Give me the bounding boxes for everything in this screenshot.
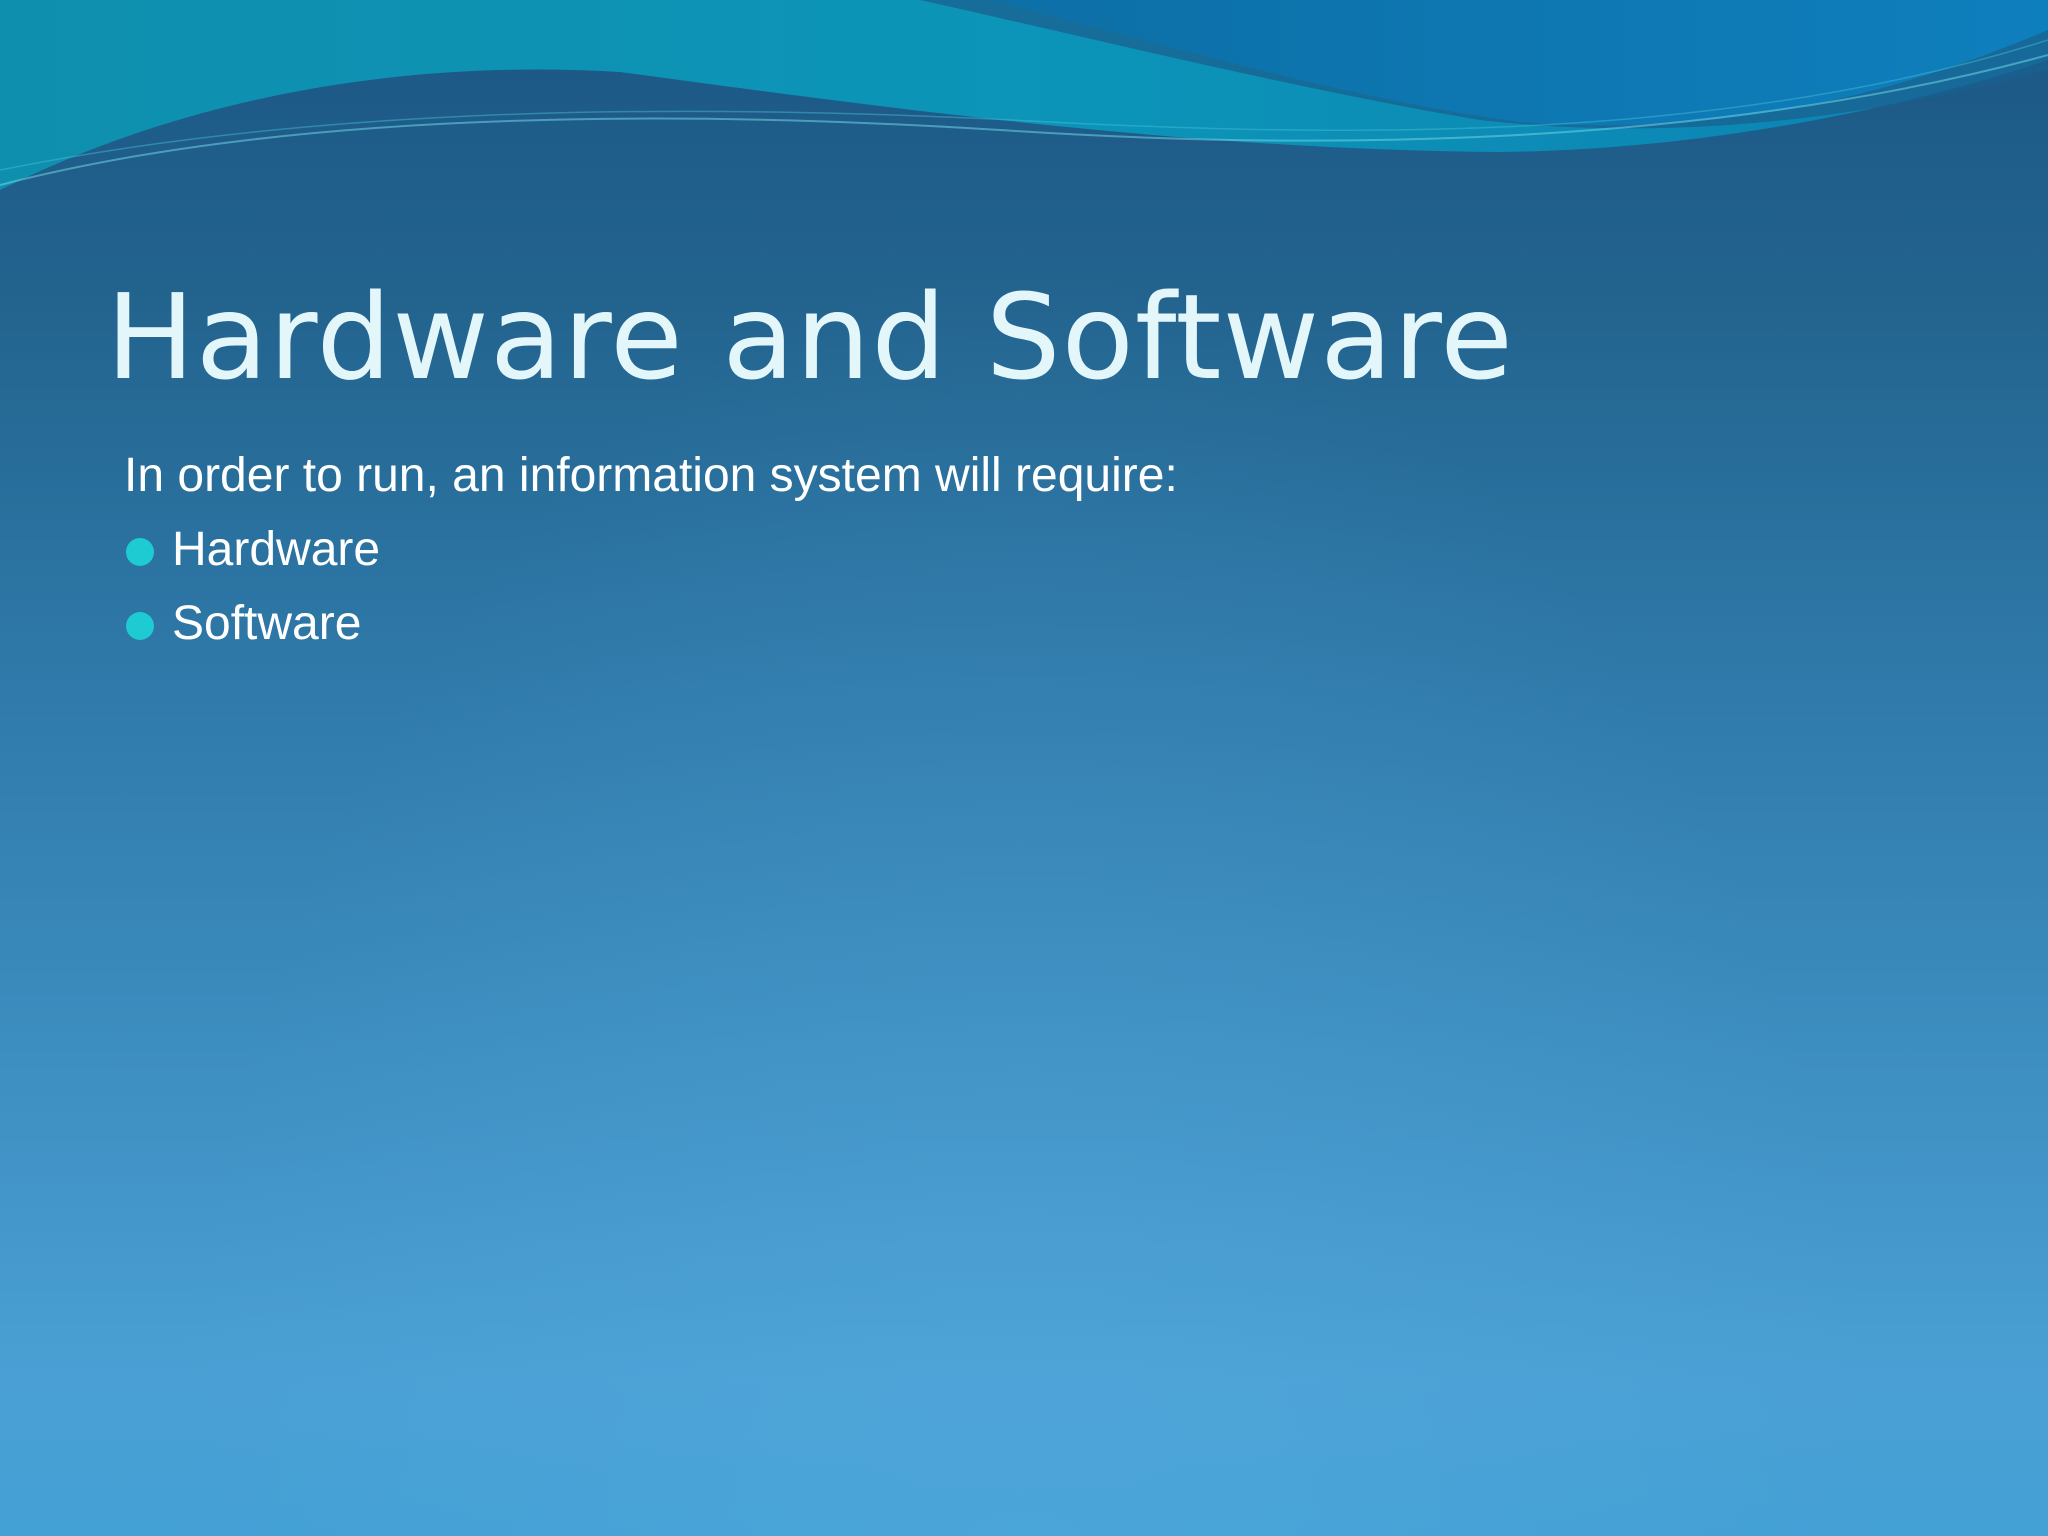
slide-body: In order to run, an information system w… <box>124 444 1178 666</box>
header-wave-decoration <box>0 0 2048 190</box>
intro-text: In order to run, an information system w… <box>124 449 1178 502</box>
bullet-item-hardware: Hardware <box>124 518 1178 582</box>
bullet-item-software: Software <box>124 592 1178 656</box>
bullet-label: Software <box>172 597 362 650</box>
bullet-icon <box>126 538 154 566</box>
bullet-icon <box>126 612 154 640</box>
bullet-list: Hardware Software <box>124 518 1178 656</box>
bullet-label: Hardware <box>172 523 381 576</box>
slide-title: Hardware and Software <box>106 268 1514 406</box>
slide: Hardware and Software In order to run, a… <box>0 0 2048 1536</box>
